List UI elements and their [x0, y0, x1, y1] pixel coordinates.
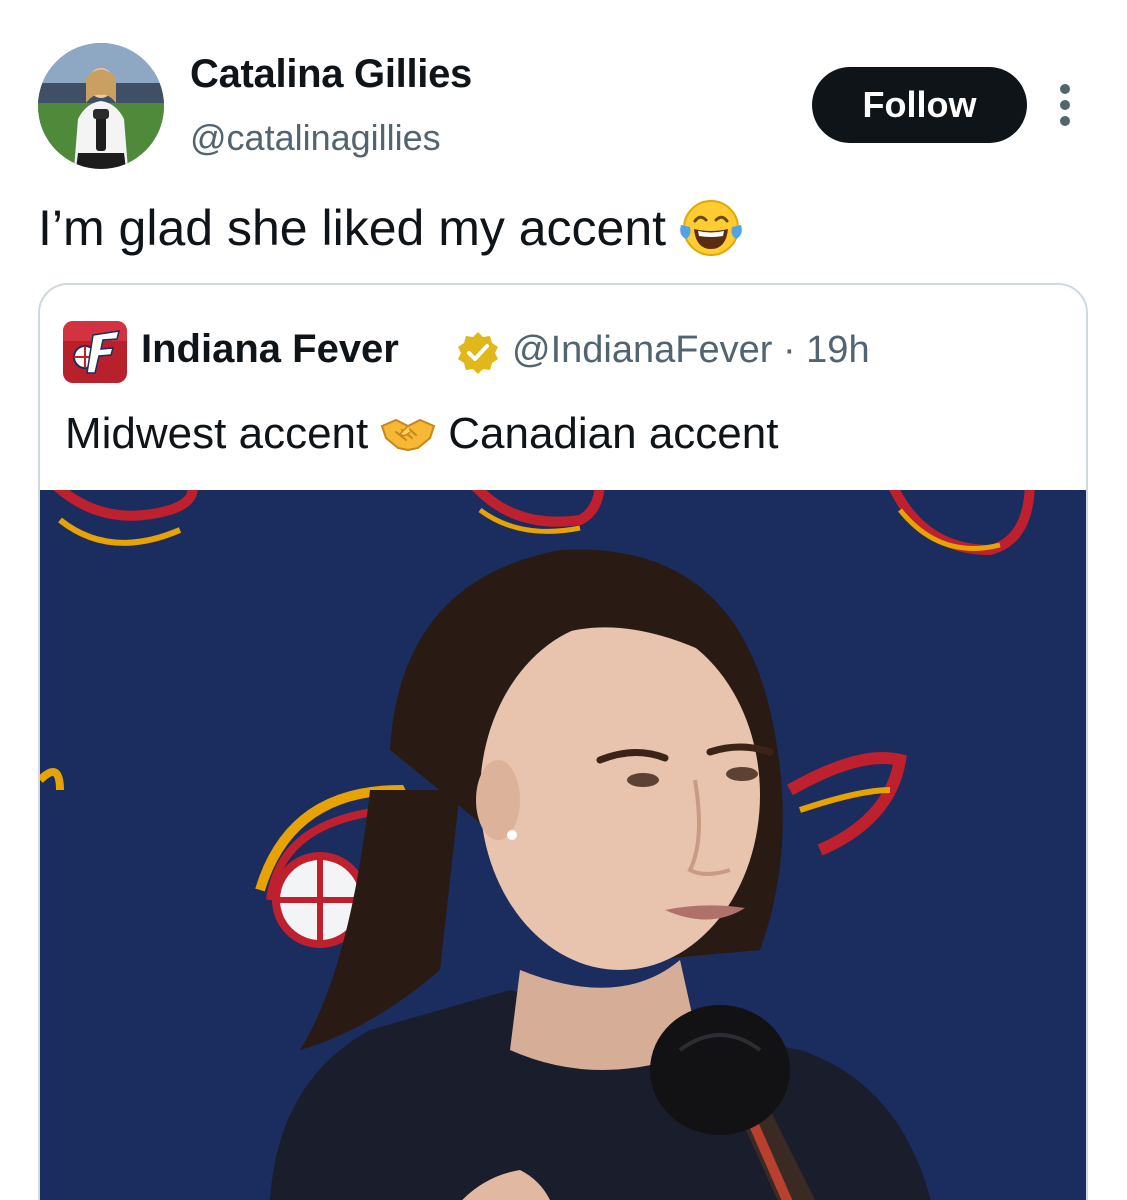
tweet-page: Catalina Gillies @catalinagillies Follow…: [0, 0, 1127, 1200]
more-vertical-icon: [1060, 84, 1070, 126]
author-avatar[interactable]: [38, 43, 164, 169]
author-name[interactable]: Catalina Gillies: [190, 52, 472, 97]
quote-text-right: Canadian accent: [448, 409, 779, 458]
gold-verified-badge-icon: [458, 332, 498, 374]
indiana-fever-logo-icon: [63, 321, 127, 383]
quote-text: Midwest accent Canadian accent: [65, 409, 778, 459]
follow-button[interactable]: Follow: [812, 67, 1027, 143]
quote-author-name[interactable]: Indiana Fever: [141, 327, 399, 372]
meta-separator: ·: [782, 329, 796, 371]
handshake-icon: [380, 418, 436, 452]
quote-author-meta: @IndianaFever · 19h: [512, 329, 870, 372]
quoted-tweet-card[interactable]: Indiana Fever @IndianaFever · 19h Midwes…: [38, 283, 1088, 1200]
quote-text-left: Midwest accent: [65, 409, 369, 458]
quote-author-avatar[interactable]: [63, 321, 127, 383]
author-handle[interactable]: @catalinagillies: [190, 117, 441, 159]
quote-media-video[interactable]: [40, 490, 1086, 1200]
tweet-text: I’m glad she liked my accent: [38, 195, 744, 261]
tweet-text-content: I’m glad she liked my accent: [38, 200, 667, 256]
quote-timestamp[interactable]: 19h: [806, 329, 869, 371]
profile-photo-icon: [38, 43, 164, 169]
face-with-tears-of-joy-icon: [680, 200, 742, 256]
press-conference-video-still: [40, 490, 1086, 1200]
quote-author-handle[interactable]: @IndianaFever: [512, 329, 772, 371]
more-options-button[interactable]: [1048, 78, 1082, 132]
